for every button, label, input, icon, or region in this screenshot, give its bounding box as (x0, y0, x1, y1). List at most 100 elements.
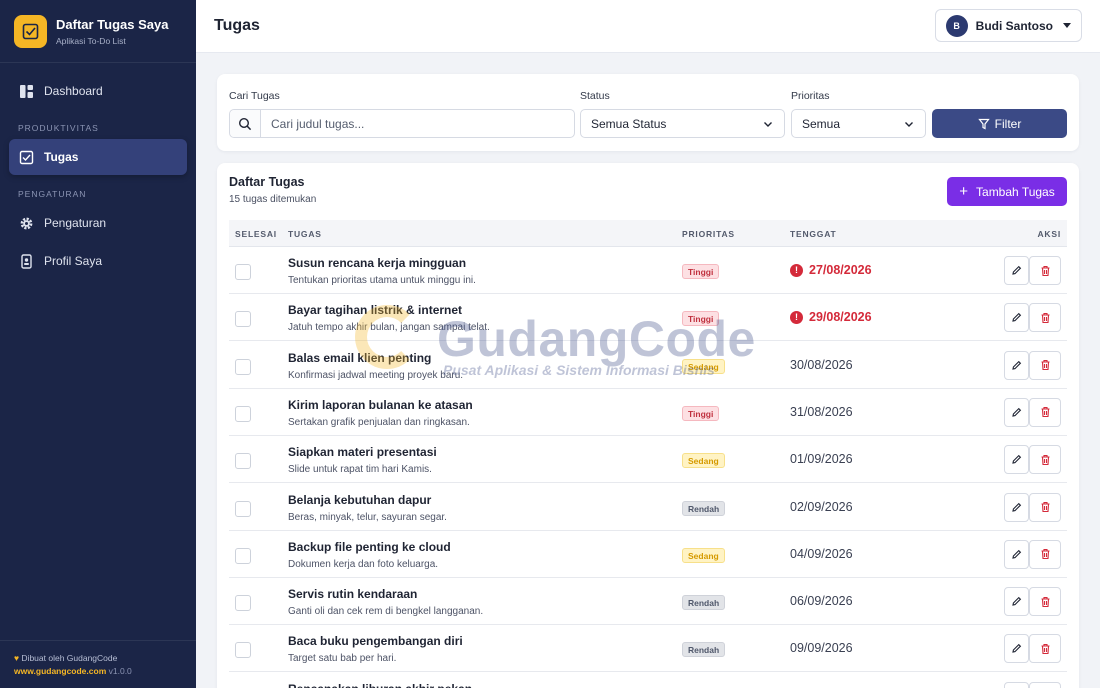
col-priority: PRIORITAS (682, 229, 735, 239)
pencil-icon (1012, 502, 1022, 512)
delete-button[interactable] (1029, 634, 1061, 664)
delete-button[interactable] (1029, 256, 1061, 285)
nav-section-productivity: PRODUKTIVITAS (18, 123, 99, 133)
user-menu-button[interactable]: B Budi Santoso (934, 9, 1082, 42)
done-checkbox[interactable] (235, 264, 251, 280)
delete-button[interactable] (1029, 587, 1061, 617)
done-checkbox[interactable] (235, 453, 251, 470)
brand[interactable]: Daftar Tugas Saya Aplikasi To-Do List (0, 0, 196, 63)
delete-button[interactable] (1029, 445, 1061, 475)
edit-button[interactable] (1004, 350, 1029, 380)
due-date-text: 09/09/2026 (790, 641, 853, 656)
sidebar-item-tugas[interactable]: Tugas (9, 139, 187, 175)
delete-button[interactable] (1029, 539, 1061, 569)
done-checkbox[interactable] (235, 595, 251, 612)
task-title: Belanja kebutuhan dapur (288, 492, 432, 507)
due-date: 31/08/2026 (790, 405, 853, 419)
delete-button[interactable] (1029, 350, 1061, 380)
edit-button[interactable] (1004, 303, 1029, 333)
filter-button-label: Filter (994, 116, 1022, 131)
trash-icon (1041, 265, 1049, 276)
alert-circle-icon: ! (790, 263, 803, 277)
avatar: B (945, 14, 968, 37)
delete-button[interactable] (1029, 397, 1061, 427)
pencil-icon (1012, 360, 1022, 370)
done-checkbox[interactable] (235, 311, 251, 328)
done-checkbox[interactable] (235, 547, 251, 564)
edit-button[interactable] (1004, 397, 1029, 427)
trash-icon (1041, 643, 1049, 654)
task-title: Siapkan materi presentasi (288, 445, 437, 460)
chevron-down-icon (905, 121, 913, 127)
task-description: Tentukan prioritas utama untuk minggu in… (288, 275, 476, 286)
dashboard-icon (19, 84, 34, 99)
funnel-icon (977, 118, 990, 129)
col-task: TUGAS (288, 229, 322, 239)
footer-site-link[interactable]: www.gudangcode.com (14, 666, 106, 676)
trash-icon (1041, 360, 1049, 371)
sidebar-item-label: Dashboard (44, 84, 103, 98)
filter-card: Cari Tugas Status Semua Status Prioritas… (217, 74, 1079, 151)
search-input[interactable] (261, 110, 574, 137)
edit-button[interactable] (1004, 587, 1029, 617)
table-row: Siapkan materi presentasi Slide untuk rap… (229, 436, 1067, 484)
priority-label: Prioritas (791, 90, 830, 102)
due-date: 01/09/2026 (790, 452, 853, 466)
add-task-button[interactable]: + Tambah Tugas (947, 177, 1067, 206)
done-checkbox[interactable] (235, 358, 251, 375)
footer-credit: Dibuat oleh GudangCode (21, 653, 118, 663)
add-task-label: Tambah Tugas (976, 184, 1055, 199)
table-row: Kirim laporan bulanan ke atasan Sertakan … (229, 389, 1067, 436)
table-row: Servis rutin kendaraan Ganti oli dan cek … (229, 578, 1067, 626)
task-count: 15 tugas ditemukan (229, 194, 317, 205)
col-done: SELESAI (235, 229, 277, 239)
delete-button[interactable] (1029, 681, 1061, 688)
brand-title: Daftar Tugas Saya (56, 16, 169, 32)
task-title: Baca buku pengembangan diri (288, 634, 463, 649)
edit-button[interactable] (1004, 634, 1029, 664)
task-title: Balas email klien penting (288, 350, 432, 365)
plus-icon: + (959, 183, 969, 200)
task-title: Kirim laporan bulanan ke atasan (288, 397, 473, 412)
priority-select[interactable]: Semua (791, 109, 926, 138)
due-date: 09/09/2026 (790, 641, 853, 655)
search-label: Cari Tugas (229, 90, 280, 102)
due-date-text: 27/08/2026 (809, 263, 872, 277)
sidebar-item-dashboard[interactable]: Dashboard (9, 73, 187, 109)
delete-button[interactable] (1029, 492, 1061, 522)
task-title: Rencanakan liburan akhir pekan (288, 682, 472, 688)
edit-button[interactable] (1004, 539, 1029, 569)
done-checkbox[interactable] (235, 405, 251, 422)
edit-button[interactable] (1004, 256, 1029, 285)
sidebar: Daftar Tugas Saya Aplikasi To-Do List Da… (0, 0, 196, 688)
edit-button[interactable] (1004, 681, 1029, 688)
done-checkbox[interactable] (235, 500, 251, 517)
trash-icon (1041, 407, 1049, 418)
done-checkbox[interactable] (235, 642, 251, 659)
task-title: Servis rutin kendaraan (288, 587, 418, 602)
status-select[interactable]: Semua Status (580, 109, 785, 138)
sidebar-item-label: Pengaturan (44, 216, 107, 230)
task-title: Susun rencana kerja mingguan (288, 256, 467, 270)
sidebar-item-profil[interactable]: Profil Saya (9, 243, 187, 279)
priority-badge: Tinggi (682, 405, 720, 421)
top-header: Tugas B Budi Santoso (196, 0, 1100, 53)
edit-button[interactable] (1004, 492, 1029, 522)
trash-icon (1041, 454, 1049, 465)
priority-badge: Rendah (682, 500, 726, 516)
app-logo-icon (14, 14, 47, 48)
delete-button[interactable] (1029, 303, 1061, 333)
edit-button[interactable] (1004, 445, 1029, 475)
pencil-icon (1012, 455, 1022, 464)
task-description: Dokumen kerja dan foto keluarga. (288, 558, 439, 570)
due-date: ! 27/08/2026 (790, 263, 872, 277)
filter-button[interactable]: Filter (932, 109, 1067, 138)
chevron-down-icon (764, 121, 772, 127)
task-description: Jatuh tempo akhir bulan, jangan sampai t… (288, 322, 490, 334)
sidebar-item-pengaturan[interactable]: Pengaturan (9, 205, 187, 241)
pencil-icon (1012, 313, 1022, 322)
due-date-text: 04/09/2026 (790, 546, 853, 561)
priority-badge: Tinggi (682, 264, 720, 279)
table-row: Rencanakan liburan akhir pekan (229, 673, 1067, 688)
due-date-text: 06/09/2026 (790, 594, 853, 609)
